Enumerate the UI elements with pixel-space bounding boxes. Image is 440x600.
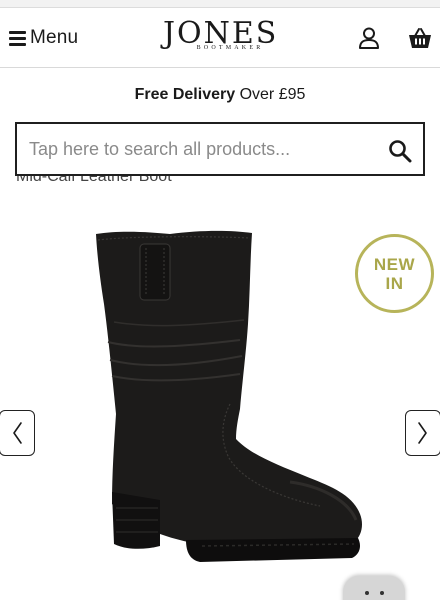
chat-dot-icon <box>380 591 384 595</box>
new-in-badge: NEW IN <box>355 234 434 313</box>
promo-banner[interactable]: Free Delivery Over £95 <box>0 86 440 104</box>
chat-widget-button[interactable] <box>343 576 405 600</box>
product-title: Mid-Calf Leather Boot <box>16 176 316 192</box>
promo-rest: Over £95 <box>235 86 306 103</box>
badge-line-2: IN <box>385 273 404 293</box>
product-title-text: Mid-Calf Leather Boot <box>16 176 172 185</box>
menu-button[interactable]: Menu <box>9 25 78 51</box>
boot-product-image <box>96 230 362 562</box>
chevron-right-icon <box>418 422 427 444</box>
top-strip <box>0 0 440 8</box>
site-header: Menu JONES BOOTMAKER <box>0 8 440 68</box>
badge-line-1: NEW <box>373 254 416 274</box>
search-placeholder: Tap here to search all products... <box>29 139 291 159</box>
user-icon[interactable] <box>358 27 380 49</box>
carousel-next-button[interactable] <box>405 410 440 456</box>
chat-dot-icon <box>365 591 369 595</box>
basket-icon[interactable] <box>408 27 432 49</box>
hamburger-icon <box>9 30 26 46</box>
menu-label: Menu <box>30 27 79 48</box>
search-input[interactable]: Tap here to search all products... <box>15 122 425 176</box>
brand-logo[interactable]: JONES BOOTMAKER <box>163 19 277 59</box>
carousel-prev-button[interactable] <box>0 410 35 456</box>
chevron-left-icon <box>13 422 22 444</box>
promo-bold: Free Delivery <box>134 86 236 103</box>
search-icon[interactable] <box>388 139 412 163</box>
